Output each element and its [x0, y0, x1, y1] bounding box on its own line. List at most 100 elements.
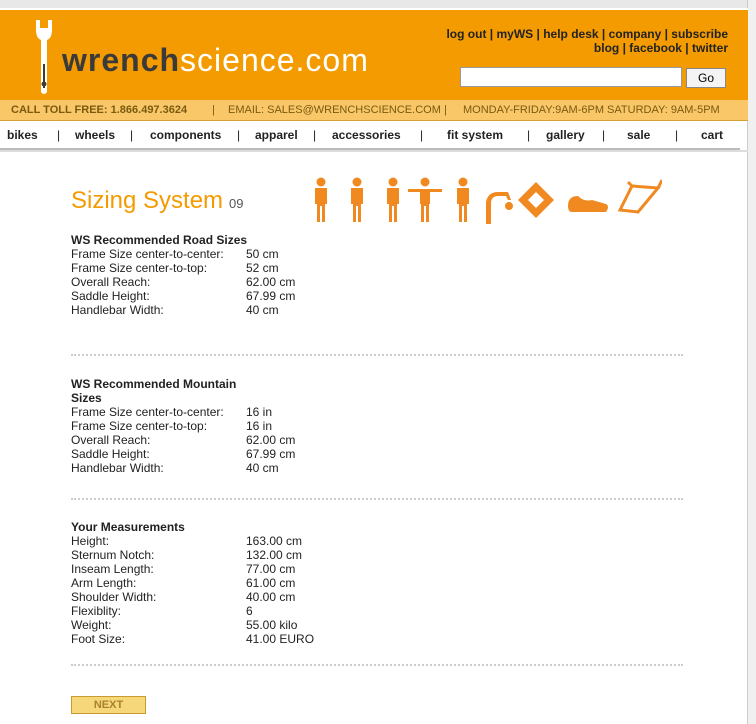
page-title: Sizing System: [71, 187, 224, 214]
link-separator: |: [661, 27, 672, 41]
nav-item-apparel[interactable]: apparel: [255, 128, 298, 142]
nav-separator: |: [57, 128, 61, 142]
top-link-log-out[interactable]: log out: [446, 27, 486, 41]
nav-separator: |: [130, 128, 134, 142]
top-link-twitter[interactable]: twitter: [692, 41, 728, 55]
table-row: Height: 163.00 cm: [71, 534, 691, 548]
top-link-blog[interactable]: blog: [594, 41, 619, 55]
row-label: Handlebar Width:: [71, 461, 164, 475]
row-label: Overall Reach:: [71, 275, 151, 289]
nav-item-wheels[interactable]: wheels: [75, 128, 115, 142]
table-row: Saddle Height: 67.99 cm: [71, 447, 691, 461]
table-row: Flexiblity: 6: [71, 604, 691, 618]
row-label: Arm Length:: [71, 576, 137, 590]
next-button[interactable]: NEXT: [71, 696, 146, 714]
link-separator: |: [598, 27, 609, 41]
row-label: Frame Size center-to-top:: [71, 419, 208, 433]
top-link-myws[interactable]: myWS: [496, 27, 533, 41]
scrollbar[interactable]: [747, 0, 756, 724]
row-value: 16 in: [246, 419, 273, 433]
row-value: 61.00 cm: [246, 576, 296, 590]
link-separator: |: [533, 27, 544, 41]
row-value: 67.99 cm: [246, 447, 296, 461]
nav-item-fit-system[interactable]: fit system: [447, 128, 503, 142]
road-sizes-table: Frame Size center-to-center: 50 cm Frame S…: [71, 247, 691, 317]
contact-bar: CALL TOLL FREE: 1.866.497.3624 | EMAIL: …: [0, 100, 748, 121]
person-inseam-icon[interactable]: [387, 177, 399, 223]
row-value: 67.99 cm: [246, 289, 296, 303]
table-row: Arm Length: 61.00 cm: [71, 576, 691, 590]
top-link-company[interactable]: company: [609, 27, 662, 41]
nav-item-accessories[interactable]: accessories: [332, 128, 401, 142]
row-label: Weight:: [71, 618, 112, 632]
table-row: Frame Size center-to-top: 52 cm: [71, 261, 691, 275]
fit-steps-icons: [315, 177, 662, 224]
row-value: 55.00 kilo: [246, 618, 298, 632]
top-link-subscribe[interactable]: subscribe: [671, 27, 728, 41]
row-label: Saddle Height:: [71, 289, 150, 303]
table-row: Handlebar Width: 40 cm: [71, 461, 691, 475]
separator: |: [444, 104, 447, 116]
table-row: Handlebar Width: 40 cm: [71, 303, 691, 317]
row-value: 62.00 cm: [246, 275, 296, 289]
row-value: 41.00 EURO: [246, 632, 315, 646]
person-sternum-icon[interactable]: [351, 177, 363, 223]
mountain-sizes-table: Frame Size center-to-center: 16 in Frame S…: [71, 405, 691, 475]
road-sizes-section: WS Recommended Road Sizes Frame Size cen…: [71, 233, 691, 317]
hours-text: MONDAY-FRIDAY:9AM-6PM SATURDAY: 9AM-5PM: [463, 104, 720, 116]
top-link-help-desk[interactable]: help desk: [543, 27, 598, 41]
logo-rest-text: science.com: [180, 42, 369, 78]
nav-separator: |: [675, 128, 679, 142]
search-input[interactable]: [460, 67, 682, 87]
bike-frame-icon[interactable]: [617, 179, 662, 214]
row-value: 52 cm: [246, 261, 279, 275]
row-label: Inseam Length:: [71, 562, 154, 576]
row-value: 40.00 cm: [246, 590, 296, 604]
row-value: 62.00 cm: [246, 433, 296, 447]
table-row: Inseam Length: 77.00 cm: [71, 562, 691, 576]
scale-icon[interactable]: [518, 182, 554, 218]
table-row: Overall Reach: 62.00 cm: [71, 275, 691, 289]
nav-separator: |: [237, 128, 241, 142]
nav-separator: |: [602, 128, 606, 142]
top-link-facebook[interactable]: facebook: [629, 41, 682, 55]
row-label: Flexiblity:: [71, 604, 122, 618]
row-value: 163.00 cm: [246, 534, 303, 548]
row-label: Handlebar Width:: [71, 303, 164, 317]
table-row: Foot Size: 41.00 EURO: [71, 632, 691, 646]
table-row: Sternum Notch: 132.00 cm: [71, 548, 691, 562]
road-sizes-heading: WS Recommended Road Sizes: [71, 233, 248, 247]
person-shoulder-icon[interactable]: [457, 177, 469, 223]
table-row: Overall Reach: 62.00 cm: [71, 433, 691, 447]
row-value: 40 cm: [246, 461, 279, 475]
go-button[interactable]: Go: [686, 68, 726, 88]
row-label: Foot Size:: [71, 632, 126, 646]
table-row: Weight: 55.00 kilo: [71, 618, 691, 632]
nav-item-cart[interactable]: cart: [701, 128, 723, 142]
email-text[interactable]: EMAIL: SALES@WRENCHSCIENCE.COM: [228, 100, 441, 120]
logo-bold-text: wrench: [62, 42, 181, 78]
person-arms-out-icon[interactable]: [408, 177, 442, 223]
divider: [71, 498, 683, 500]
wrench-icon: [36, 20, 52, 94]
site-logo[interactable]: wrenchscience.com: [62, 42, 369, 79]
site-header: wrenchscience.com log out | myWS | help …: [0, 8, 748, 100]
row-value: 132.00 cm: [246, 548, 303, 562]
row-value: 50 cm: [246, 247, 279, 261]
nav-shadow: [0, 150, 748, 152]
person-front-icon[interactable]: [315, 177, 327, 223]
person-bending-icon[interactable]: [486, 192, 513, 224]
nav-item-components[interactable]: components: [150, 128, 221, 142]
nav-item-gallery[interactable]: gallery: [546, 128, 585, 142]
row-label: Frame Size center-to-top:: [71, 261, 208, 275]
nav-item-sale[interactable]: sale: [627, 128, 650, 142]
table-row: Frame Size center-to-top: 16 in: [71, 419, 691, 433]
main-nav: bikes wheels components apparel accessories f…: [0, 122, 740, 151]
top-links: log out | myWS | help desk | company | s…: [446, 27, 728, 55]
row-label: Sternum Notch:: [71, 548, 155, 562]
shoe-icon[interactable]: [568, 196, 608, 212]
table-row: Saddle Height: 67.99 cm: [71, 289, 691, 303]
table-row: Frame Size center-to-center: 50 cm: [71, 247, 691, 261]
nav-item-bikes[interactable]: bikes: [7, 128, 38, 142]
row-label: Frame Size center-to-center:: [71, 405, 224, 419]
